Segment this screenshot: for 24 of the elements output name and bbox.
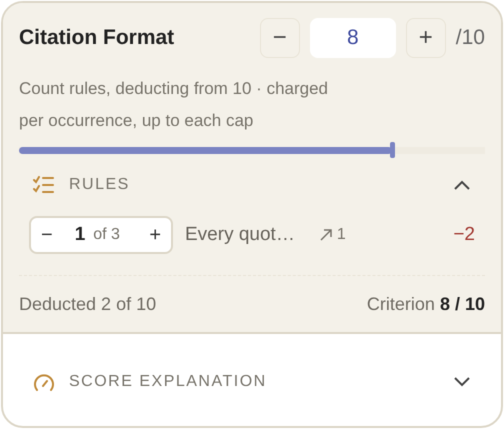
increment-button[interactable]: +: [406, 18, 446, 58]
plus-button[interactable]: +: [149, 224, 161, 246]
gauge-icon: [33, 372, 55, 392]
arrow-icon: [318, 228, 333, 242]
expand-icon[interactable]: [453, 377, 471, 387]
occurrence-count: 1: [74, 224, 86, 246]
decrement-button[interactable]: −: [260, 18, 300, 58]
checklist-icon: [33, 176, 55, 194]
criterion-score: Criterion 8 / 10: [366, 294, 485, 314]
hit-count: 1: [336, 226, 346, 244]
occurrence-total: of 3: [93, 226, 121, 244]
occurrence-stepper[interactable]: − 1 of 3 +: [29, 216, 173, 254]
score-field[interactable]: 8: [310, 18, 396, 58]
description: Count rules, deducting from 10 · charged per occurrence, up to each cap: [19, 78, 330, 132]
slider-thumb[interactable]: [390, 142, 395, 158]
criterion-title: Citation Format: [19, 26, 174, 50]
minus-button[interactable]: −: [41, 224, 53, 246]
max-score: /10: [456, 26, 485, 50]
deduction: −2: [453, 224, 475, 246]
deducted-summary: Deducted 2 of 10: [19, 294, 156, 314]
rule-text: Every quot…: [185, 224, 295, 246]
score-explanation-heading: SCORE EXPLANATION: [69, 373, 268, 391]
rules-heading: RULES: [69, 176, 131, 194]
collapse-icon[interactable]: [453, 180, 471, 190]
